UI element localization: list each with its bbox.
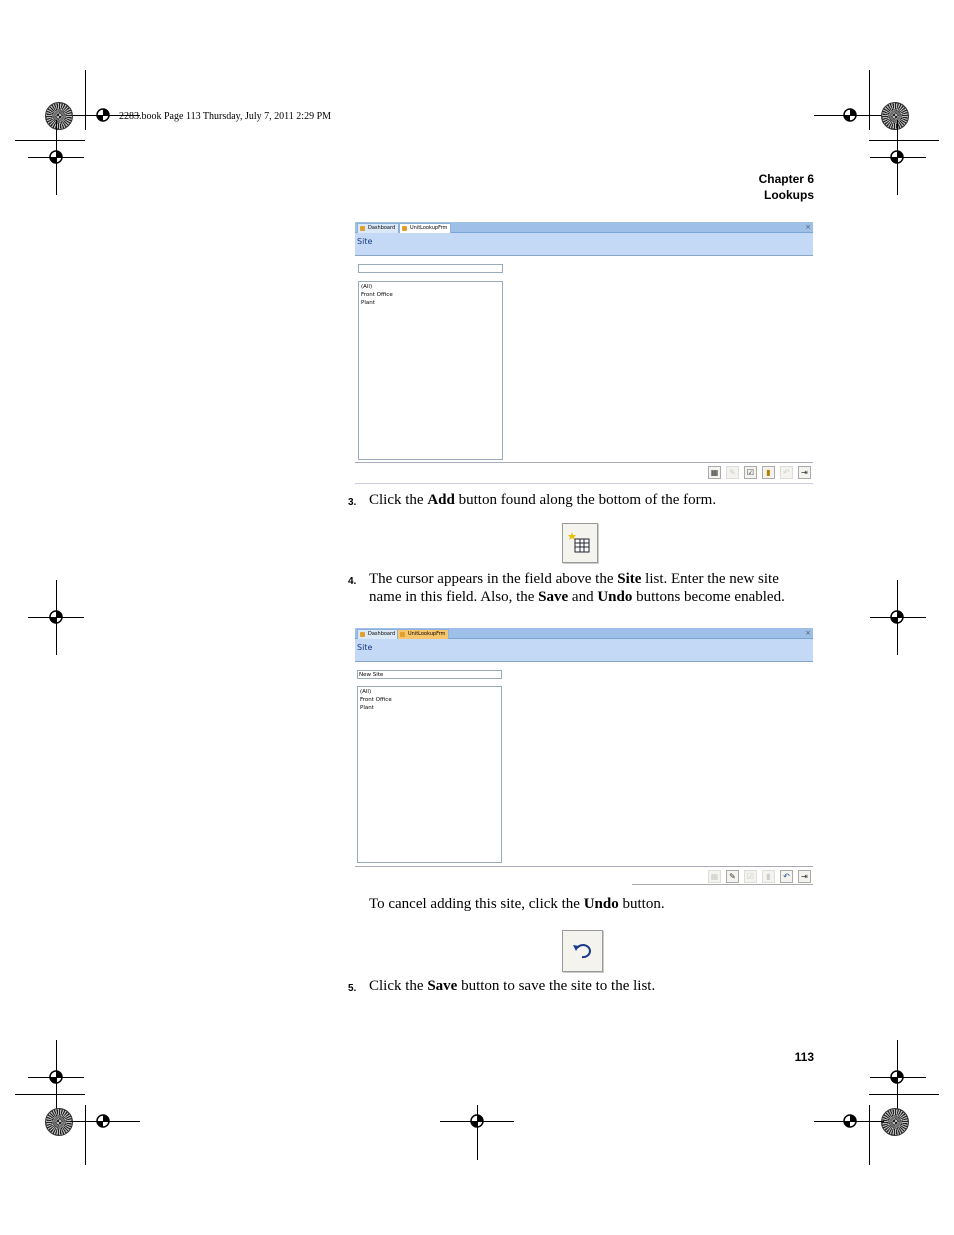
exit-button[interactable]: ⇥ — [798, 466, 811, 479]
tab-dashboard[interactable]: Dashboard — [357, 629, 400, 639]
undo-icon — [573, 944, 591, 959]
site-list[interactable]: (All) Front Office Plant — [358, 281, 503, 460]
undo-button[interactable]: ↶ — [780, 870, 793, 883]
add-button-illustration — [562, 523, 598, 563]
registration-target-icon — [96, 108, 110, 122]
lookup-form-screenshot-1: Dashboard UnitLookupFrm × Site (All) Fro… — [355, 222, 813, 484]
registration-target-icon — [890, 610, 904, 624]
save-button[interactable]: ✎ — [726, 466, 739, 479]
toolbar-underline — [632, 884, 813, 885]
registration-dial-icon — [45, 102, 73, 130]
add-button[interactable]: ▦ — [708, 870, 721, 883]
running-head-section: Lookups — [764, 188, 814, 202]
tab-unitlookupfrm[interactable]: UnitLookupFrm — [399, 223, 452, 233]
list-item[interactable]: (All) — [361, 283, 500, 291]
registration-target-icon — [890, 150, 904, 164]
form-title: Site — [355, 639, 813, 662]
list-item[interactable]: Plant — [360, 704, 499, 712]
form-icon — [360, 632, 365, 637]
form-icon — [402, 226, 407, 231]
form-title: Site — [355, 233, 813, 256]
form-icon — [400, 632, 405, 637]
save-button[interactable]: ✎ — [726, 870, 739, 883]
tab-unitlookupfrm[interactable]: UnitLookupFrm — [397, 629, 450, 639]
registration-target-icon — [49, 610, 63, 624]
registration-target-icon — [843, 1114, 857, 1128]
running-head-chapter: Chapter 6 — [758, 172, 814, 186]
document-tab-bar: Dashboard UnitLookupFrm × — [355, 628, 813, 639]
site-name-field[interactable]: New Site — [357, 670, 502, 679]
undo-button-illustration — [562, 930, 603, 972]
registration-target-icon — [843, 108, 857, 122]
close-icon[interactable]: × — [805, 222, 811, 232]
list-item[interactable]: Front Office — [361, 291, 500, 299]
registration-target-icon — [470, 1114, 484, 1128]
registration-target-icon — [49, 1070, 63, 1084]
site-name-field[interactable] — [358, 264, 503, 273]
form-toolbar: ▦ ✎ ☑ ▮ ↶ ⇥ — [355, 462, 813, 484]
registration-target-icon — [49, 150, 63, 164]
registration-dial-icon — [881, 102, 909, 130]
close-icon[interactable]: × — [805, 628, 811, 638]
page-number: 113 — [794, 1050, 814, 1064]
undo-button[interactable]: ↶ — [780, 466, 793, 479]
registration-dial-icon — [45, 1108, 73, 1136]
form-icon — [360, 226, 365, 231]
print-slug: 2283.book Page 113 Thursday, July 7, 201… — [119, 111, 332, 122]
add-button[interactable]: ▦ — [708, 466, 721, 479]
registration-dial-icon — [881, 1108, 909, 1136]
registration-target-icon — [96, 1114, 110, 1128]
add-record-icon — [568, 532, 590, 553]
exit-button[interactable]: ⇥ — [798, 870, 811, 883]
document-tab-bar: Dashboard UnitLookupFrm × — [355, 222, 813, 233]
list-item[interactable]: Plant — [361, 299, 500, 307]
edit-button[interactable]: ☑ — [744, 870, 757, 883]
tab-dashboard[interactable]: Dashboard — [357, 223, 400, 233]
list-item[interactable]: (All) — [360, 688, 499, 696]
delete-button[interactable]: ▮ — [762, 466, 775, 479]
list-item[interactable]: Front Office — [360, 696, 499, 704]
site-list[interactable]: (All) Front Office Plant — [357, 686, 502, 863]
registration-target-icon — [890, 1070, 904, 1084]
edit-button[interactable]: ☑ — [744, 466, 757, 479]
delete-button[interactable]: ▮ — [762, 870, 775, 883]
lookup-form-screenshot-2: Dashboard UnitLookupFrm × Site New Site … — [355, 628, 813, 887]
